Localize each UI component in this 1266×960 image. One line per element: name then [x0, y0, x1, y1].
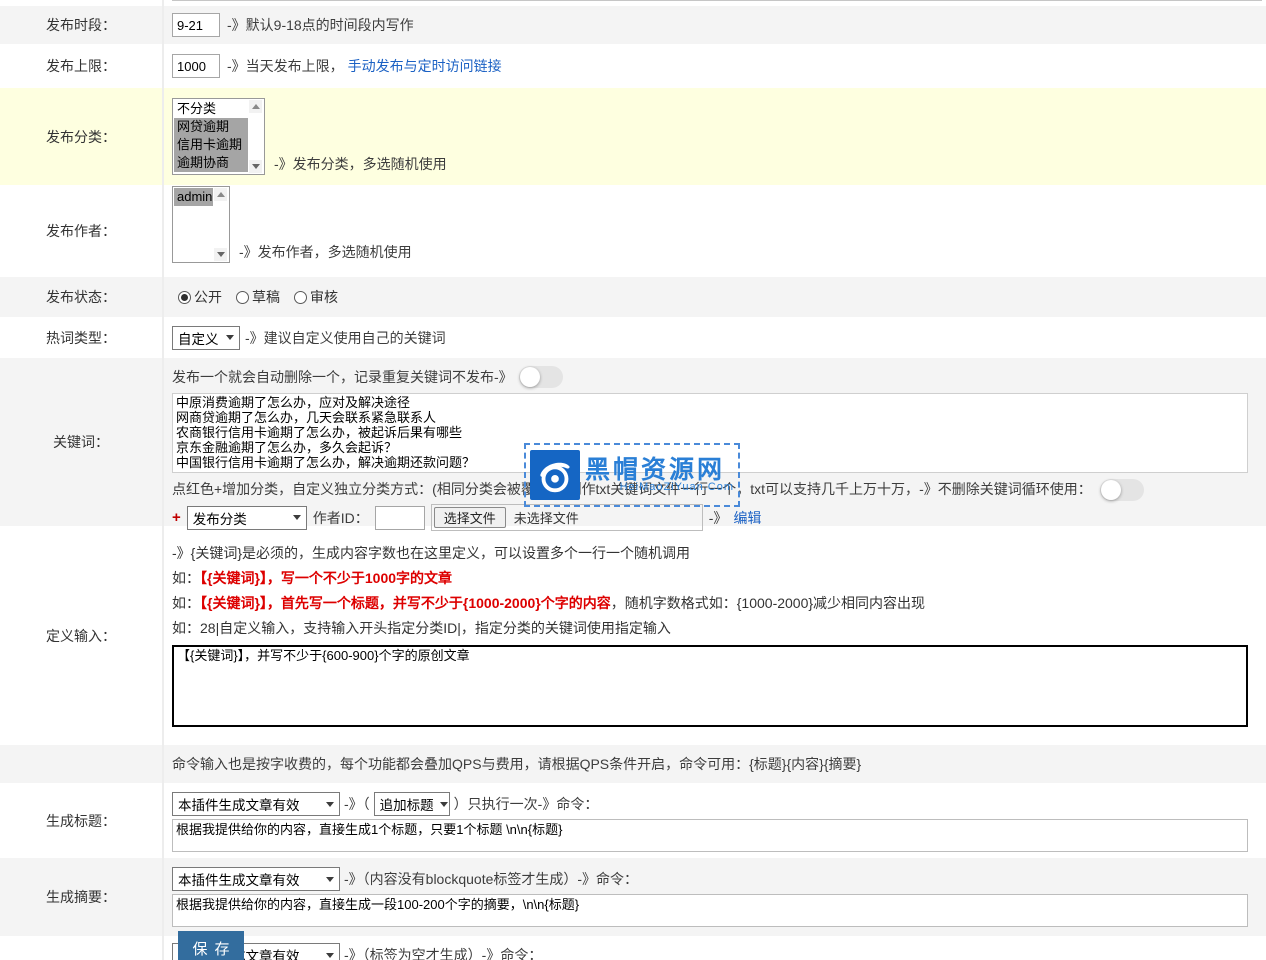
scroll-up-icon[interactable]	[214, 188, 227, 201]
row-publish-time: 发布时段： -》默认9-18点的时间段内写作	[0, 6, 1266, 44]
watermark: 黑帽资源网 HeiMaoZiYuan.Com	[524, 443, 740, 507]
toggle-knob	[520, 367, 540, 387]
publish-author-label: 发布作者：	[46, 221, 116, 241]
chevron-down-icon	[326, 953, 334, 958]
arrow-text: -》	[709, 508, 728, 528]
row-command-note: 命令输入也是按字收费的，每个功能都会叠加QPS与费用，请根据QPS条件开启，命令…	[0, 745, 1266, 783]
category-listbox[interactable]: 不分类 网贷逾期 信用卡逾期 逾期协商	[172, 98, 265, 175]
radio-icon	[236, 291, 249, 304]
heimao-logo-icon	[530, 450, 580, 500]
row-hotword-type: 热词类型： 自定义 -》建议自定义使用自己的关键词	[0, 317, 1266, 358]
gen-title-command-textarea[interactable]: 根据我提供给你的内容，直接生成1个标题，只要1个标题 \n\n{标题}	[172, 819, 1248, 852]
example-red-text: 【{关键词}】，写一个不少于1000字的文章	[200, 570, 452, 586]
publish-limit-hint: -》当天发布上限，	[227, 56, 344, 76]
listbox-option[interactable]: 不分类	[174, 100, 248, 118]
publish-time-label: 发布时段：	[46, 15, 116, 35]
example-line: 如：【{关键词}】，写一个不少于1000字的文章	[172, 569, 1258, 587]
publish-time-hint: -》默认9-18点的时间段内写作	[227, 15, 414, 35]
radio-draft[interactable]: 草稿	[236, 287, 280, 307]
row-gen-title: 生成标题： 本插件生成文章有效 -》（ 追加标题 ）只执行一次-》命令： 根据我…	[0, 783, 1266, 858]
listbox-option[interactable]: admin	[174, 188, 213, 206]
row-publish-status: 发布状态： 公开 草稿 审核	[0, 277, 1266, 317]
gen-abstract-command-textarea[interactable]: 根据我提供给你的内容，直接生成一段100-200个字的摘要，\n\n{标题}	[172, 894, 1248, 927]
publish-limit-label: 发布上限：	[46, 56, 116, 76]
row-publish-category: 发布分类： 不分类 网贷逾期 信用卡逾期 逾期协商 -》发布分类，多选随机使用	[0, 88, 1266, 185]
edit-link[interactable]: 编辑	[733, 508, 761, 528]
scroll-up-icon[interactable]	[249, 100, 262, 113]
gen-title-label: 生成标题：	[46, 811, 116, 831]
gen-title-mode-select[interactable]: 本插件生成文章有效	[172, 792, 340, 816]
file-status-text: 未选择文件	[514, 508, 579, 527]
command-note-text: 命令输入也是按字收费的，每个功能都会叠加QPS与费用，请根据QPS条件开启，命令…	[172, 754, 861, 774]
publish-category-hint: -》发布分类，多选随机使用	[274, 154, 447, 174]
row-publish-author: 发布作者： admin -》发布作者，多选随机使用	[0, 185, 1266, 277]
auto-delete-hint: 发布一个就会自动删除一个，记录重复关键词不发布-》	[172, 367, 513, 387]
plugin-settings-page: 发布时段： -》默认9-18点的时间段内写作 发布上限： -》当天发布上限， 手…	[0, 0, 1266, 960]
define-input-textarea[interactable]: 【{关键词}】，并写不少于{600-900}个字的原创文章	[172, 645, 1248, 727]
define-input-label: 定义输入：	[46, 626, 116, 646]
gen-abstract-mode-select[interactable]: 本插件生成文章有效	[172, 867, 340, 891]
publish-time-input[interactable]	[172, 13, 220, 37]
watermark-title: 黑帽资源网	[585, 457, 734, 483]
title-append-select[interactable]: 追加标题	[374, 792, 450, 816]
radio-public[interactable]: 公开	[178, 287, 222, 307]
author-listbox[interactable]: admin	[172, 186, 230, 263]
radio-checked-icon	[178, 291, 191, 304]
scroll-down-icon[interactable]	[249, 160, 262, 173]
loop-toggle-hint: -》不删除关键词循环使用：	[919, 481, 1092, 497]
listbox-option[interactable]: 网贷逾期	[174, 118, 248, 136]
auto-delete-toggle[interactable]	[519, 366, 563, 388]
row-define-input: 定义输入： -》{关键词}是必须的，生成内容字数也在这里定义，可以设置多个一行一…	[0, 526, 1266, 745]
previous-textarea-edge	[172, 0, 1262, 1]
chevron-down-icon	[293, 515, 301, 520]
manual-publish-link[interactable]: 手动发布与定时访问链接	[348, 56, 502, 76]
radio-icon	[294, 291, 307, 304]
hotword-type-hint: -》建议自定义使用自己的关键词	[245, 328, 446, 348]
listbox-option[interactable]: 逾期协商	[174, 154, 248, 172]
hotword-type-label: 热词类型：	[46, 328, 116, 348]
listbox-option[interactable]: 信用卡逾期	[174, 136, 248, 154]
listbox-scrollbar[interactable]	[213, 188, 228, 261]
scroll-down-icon[interactable]	[214, 248, 227, 261]
row-publish-limit: 发布上限： -》当天发布上限， 手动发布与定时访问链接	[0, 44, 1266, 88]
publish-category-label: 发布分类：	[46, 127, 116, 147]
chevron-down-icon	[326, 802, 334, 807]
example-line: 如：28|自定义输入，支持输入开头指定分类ID|，指定分类的关键词使用指定输入	[172, 619, 1258, 637]
row-gen-abstract: 生成摘要： 本插件生成文章有效 -》（内容没有blockquote标签才生成）-…	[0, 858, 1266, 936]
chevron-down-icon	[226, 335, 234, 340]
add-category-button[interactable]: +	[172, 509, 181, 526]
radio-review[interactable]: 审核	[294, 287, 338, 307]
example-line: 如：【{关键词}】，首先写一个标题，并写不少于{1000-2000}个字的内容，…	[172, 594, 1258, 612]
toggle-knob	[1101, 480, 1121, 500]
hotword-type-select[interactable]: 自定义	[172, 326, 240, 350]
publish-limit-input[interactable]	[172, 54, 220, 78]
keep-keywords-toggle[interactable]	[1100, 479, 1144, 501]
publish-status-label: 发布状态：	[46, 287, 116, 307]
gen-abstract-label: 生成摘要：	[46, 887, 116, 907]
define-input-note: -》{关键词}是必须的，生成内容字数也在这里定义，可以设置多个一行一个随机调用	[172, 544, 1258, 562]
chevron-down-icon	[326, 877, 334, 882]
save-button[interactable]: 保存	[178, 931, 244, 960]
listbox-scrollbar[interactable]	[248, 100, 263, 173]
publish-author-hint: -》发布作者，多选随机使用	[239, 242, 412, 262]
example-red-text: 【{关键词}】，首先写一个标题，并写不少于{1000-2000}个字的内容	[200, 595, 611, 611]
author-id-label: 作者ID：	[313, 508, 369, 528]
keywords-label: 关键词：	[53, 432, 109, 452]
chevron-down-icon	[440, 802, 448, 807]
